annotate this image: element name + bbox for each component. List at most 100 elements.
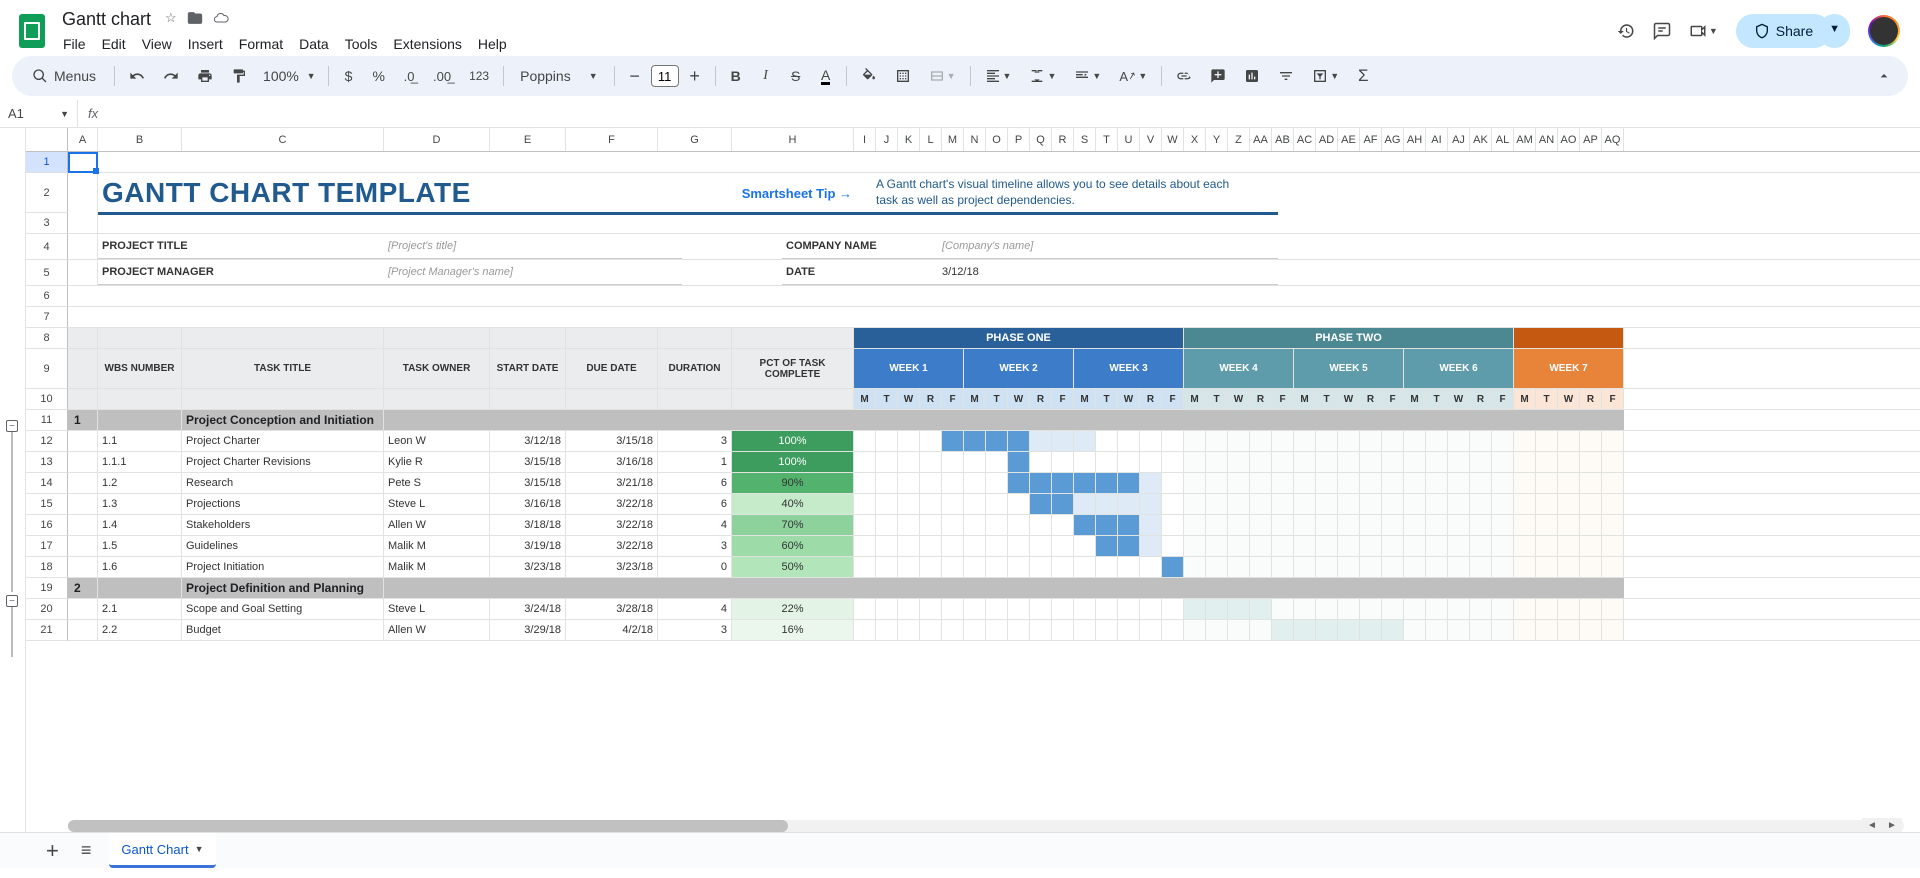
cell[interactable] [1470,431,1492,451]
cell[interactable]: F [1602,389,1624,409]
select-all-corner[interactable] [26,128,68,152]
cell[interactable] [1360,515,1382,535]
row-header[interactable]: 13 [26,452,68,473]
column-header[interactable]: A [68,128,98,151]
cell[interactable] [1294,452,1316,472]
cell[interactable] [920,515,942,535]
decrease-decimal-button[interactable]: .0̲ [395,61,423,91]
cell[interactable] [1008,515,1030,535]
cell[interactable] [1184,431,1206,451]
filter-views-button[interactable]: ▼ [1304,61,1347,91]
cell[interactable] [1096,557,1118,577]
row-header[interactable]: 19 [26,578,68,599]
rotate-button[interactable]: A↗▼ [1111,61,1155,91]
row-header[interactable]: 10 [26,389,68,410]
cell[interactable]: DURATION [658,349,732,388]
cell[interactable] [920,452,942,472]
cell[interactable] [1074,620,1096,640]
account-avatar[interactable] [1868,15,1900,47]
cell[interactable] [1426,431,1448,451]
cell[interactable] [1228,536,1250,556]
cell[interactable]: A Gantt chart's visual timeline allows y… [856,173,1256,213]
cell[interactable] [1140,494,1162,514]
cell[interactable] [68,473,98,493]
cell[interactable] [1514,328,1624,348]
cell[interactable]: W [1118,389,1140,409]
cell[interactable] [986,431,1008,451]
cell[interactable] [1228,494,1250,514]
cell[interactable]: COMPANY NAME [782,234,938,259]
cell[interactable] [182,328,384,348]
cell[interactable] [1162,515,1184,535]
cell[interactable] [1228,599,1250,619]
column-header[interactable]: D [384,128,490,151]
cell[interactable] [1162,620,1184,640]
cell[interactable] [68,152,98,172]
cell[interactable] [876,452,898,472]
cell[interactable] [1052,431,1074,451]
cell[interactable]: 2.1 [98,599,182,619]
cell[interactable]: Budget [182,620,384,640]
cell[interactable] [68,557,98,577]
column-header[interactable]: Z [1228,128,1250,151]
cell[interactable] [1602,599,1624,619]
cell[interactable] [1228,431,1250,451]
column-header[interactable]: X [1184,128,1206,151]
column-header[interactable]: AI [1426,128,1448,151]
cell[interactable]: 4/2/18 [566,620,658,640]
row-header[interactable]: 17 [26,536,68,557]
cell[interactable] [1426,557,1448,577]
cell[interactable] [1558,473,1580,493]
cell[interactable] [1426,473,1448,493]
add-sheet-button[interactable]: + [42,834,63,868]
cell[interactable] [1316,515,1338,535]
column-header[interactable]: AA [1250,128,1272,151]
functions-button[interactable]: Σ [1349,61,1377,91]
cell[interactable] [1404,452,1426,472]
cell[interactable]: 70% [732,515,854,535]
h-align-button[interactable]: ▼ [977,61,1020,91]
cell[interactable] [1360,431,1382,451]
cell[interactable] [1206,494,1228,514]
row-header[interactable]: 15 [26,494,68,515]
cell[interactable] [1206,536,1228,556]
cell[interactable] [920,599,942,619]
cell[interactable]: PROJECT MANAGER [98,260,384,285]
cell[interactable] [1360,494,1382,514]
column-header[interactable]: U [1118,128,1140,151]
menu-edit[interactable]: Edit [95,32,133,56]
cell[interactable] [1206,515,1228,535]
cell[interactable] [1250,536,1272,556]
cell[interactable] [854,494,876,514]
menu-format[interactable]: Format [232,32,290,56]
grid-main[interactable]: ABCDEFGHIJKLMNOPQRSTUVWXYZAAABACADAEAFAG… [68,128,1920,834]
cell[interactable]: WEEK 3 [1074,349,1184,388]
cell[interactable] [1118,620,1140,640]
percent-button[interactable]: % [365,61,393,91]
cell[interactable] [1074,452,1096,472]
text-color-button[interactable]: A [812,61,840,91]
cell[interactable] [1272,494,1294,514]
column-header[interactable]: AM [1514,128,1536,151]
cell[interactable] [1140,431,1162,451]
cell[interactable] [1250,431,1272,451]
cell[interactable] [1360,599,1382,619]
grid-body[interactable]: GANTT CHART TEMPLATESmartsheet Tip →A Ga… [68,152,1920,641]
cell[interactable] [1140,536,1162,556]
cell[interactable]: WBS NUMBER [98,349,182,388]
cell[interactable]: DUE DATE [566,349,658,388]
cell[interactable] [1448,536,1470,556]
cell[interactable]: 3 [658,620,732,640]
cell[interactable] [854,473,876,493]
font-size-input[interactable] [651,65,679,87]
cell[interactable]: Scope and Goal Setting [182,599,384,619]
cell[interactable] [1096,431,1118,451]
column-header[interactable]: V [1140,128,1162,151]
cell[interactable] [1316,599,1338,619]
cell[interactable]: 3/16/18 [490,494,566,514]
cell[interactable] [1294,473,1316,493]
row-header[interactable]: 12 [26,431,68,452]
cell[interactable] [1338,515,1360,535]
cell[interactable] [964,536,986,556]
menu-data[interactable]: Data [292,32,336,56]
